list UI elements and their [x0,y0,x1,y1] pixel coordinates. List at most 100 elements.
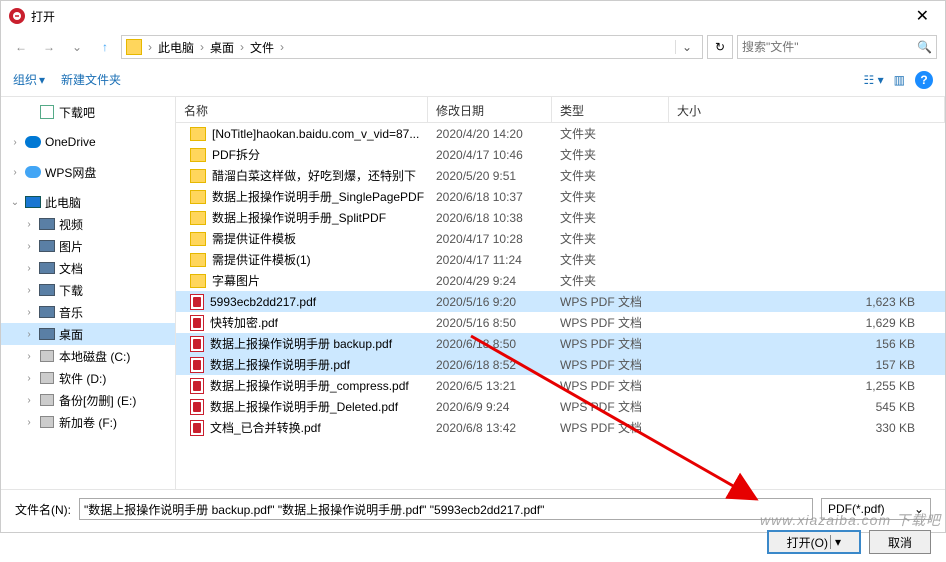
file-type: 文件夹 [552,230,669,247]
sidebar-item[interactable]: › 备份[勿删] (E:) [1,389,175,411]
sidebar-item[interactable]: › 音乐 [1,301,175,323]
pdf-icon [190,294,204,310]
file-name: 数据上报操作说明手册 backup.pdf [210,335,392,352]
file-type-filter[interactable]: PDF(*.pdf)⌄ [821,498,931,520]
file-name: 需提供证件模板 [212,230,296,247]
file-type: 文件夹 [552,125,669,142]
sidebar-item[interactable]: › 新加卷 (F:) [1,411,175,433]
column-name[interactable]: 名称 [176,97,428,122]
folder-icon [190,253,206,267]
file-list[interactable]: [NoTitle]haokan.baidu.com_v_vid=87... 20… [176,123,945,489]
column-type[interactable]: 类型 [552,97,669,122]
sidebar-item-label: 音乐 [59,304,83,321]
expand-icon[interactable]: › [9,137,21,148]
sidebar-item[interactable]: › OneDrive [1,131,175,153]
sidebar-item[interactable]: › 下载 [1,279,175,301]
file-name: 快转加密.pdf [210,314,278,331]
file-row[interactable]: 数据上报操作说明手册_compress.pdf 2020/6/5 13:21 W… [176,375,945,396]
sidebar-item[interactable]: › 本地磁盘 (C:) [1,345,175,367]
breadcrumb-segment[interactable]: 文件 [246,39,278,56]
open-button[interactable]: 打开(O) ▾ [767,530,861,554]
file-date: 2020/4/17 10:28 [428,232,552,246]
sidebar-item[interactable]: › 软件 (D:) [1,367,175,389]
file-size: 1,623 KB [669,295,945,309]
expand-icon[interactable]: › [23,285,35,296]
file-row[interactable]: 醋溜白菜这样做，好吃到爆，还特别下 2020/5/20 9:51 文件夹 [176,165,945,186]
file-name: 5993ecb2dd217.pdf [210,295,316,309]
column-size[interactable]: 大小 [669,97,945,122]
expand-icon[interactable]: › [23,329,35,340]
organize-menu[interactable]: 组织 ▾ [13,71,45,88]
file-type: WPS PDF 文档 [552,356,669,373]
onedrive-icon [25,134,41,150]
breadcrumb-segment[interactable]: 此电脑 [154,39,198,56]
chevron-right-icon[interactable]: › [238,40,246,54]
file-row[interactable]: 数据上报操作说明手册 backup.pdf 2020/6/18 8:50 WPS… [176,333,945,354]
sidebar-item[interactable]: ⌄ 此电脑 [1,191,175,213]
chevron-right-icon[interactable]: › [278,40,286,54]
file-row[interactable]: [NoTitle]haokan.baidu.com_v_vid=87... 20… [176,123,945,144]
chevron-right-icon[interactable]: › [146,40,154,54]
close-button[interactable]: ✕ [908,2,937,30]
cancel-button[interactable]: 取消 [869,530,931,554]
search-box[interactable]: 🔍 [737,35,937,59]
sidebar-item[interactable]: › 图片 [1,235,175,257]
breadcrumb-dropdown[interactable]: ⌄ [675,40,698,54]
sidebar-item[interactable]: › 视频 [1,213,175,235]
column-date[interactable]: 修改日期 [428,97,552,122]
search-icon[interactable]: 🔍 [917,40,932,54]
file-type: 文件夹 [552,209,669,226]
nav-back-button[interactable]: ← [9,35,33,59]
file-size: 545 KB [669,400,945,414]
expand-icon[interactable]: › [9,167,21,178]
file-row[interactable]: 数据上报操作说明手册_SinglePagePDF 2020/6/18 10:37… [176,186,945,207]
file-row[interactable]: 5993ecb2dd217.pdf 2020/5/16 9:20 WPS PDF… [176,291,945,312]
search-input[interactable] [742,40,917,54]
folder-icon [190,274,206,288]
sidebar-item-label: 文档 [59,260,83,277]
file-name: 醋溜白菜这样做，好吃到爆，还特别下 [212,167,416,184]
nav-recent-button[interactable]: ⌄ [65,35,89,59]
nav-up-button[interactable]: ↑ [93,35,117,59]
toolbar: 组织 ▾ 新建文件夹 ☷ ▾ ▥ ? [1,63,945,97]
expand-icon[interactable]: › [23,395,35,406]
gen-icon [39,326,55,342]
sidebar-item[interactable]: › WPS网盘 [1,161,175,183]
expand-icon[interactable]: › [23,417,35,428]
file-name: PDF拆分 [212,146,260,163]
filename-input[interactable] [79,498,813,520]
sidebar-item-label: 下载吧 [59,104,95,121]
expand-icon[interactable]: › [23,263,35,274]
new-folder-button[interactable]: 新建文件夹 [61,71,121,88]
expand-icon[interactable]: › [23,307,35,318]
file-row[interactable]: 需提供证件模板(1) 2020/4/17 11:24 文件夹 [176,249,945,270]
expand-icon[interactable]: › [23,351,35,362]
help-button[interactable]: ? [915,71,933,89]
file-row[interactable]: 数据上报操作说明手册_SplitPDF 2020/6/18 10:38 文件夹 [176,207,945,228]
nav-forward-button[interactable]: → [37,35,61,59]
sidebar-item-label: 视频 [59,216,83,233]
pdf-icon [190,336,204,352]
refresh-button[interactable]: ↻ [707,35,733,59]
gen-icon [39,282,55,298]
view-options-button[interactable]: ☷ ▾ [864,73,884,87]
file-row[interactable]: 数据上报操作说明手册_Deleted.pdf 2020/6/9 9:24 WPS… [176,396,945,417]
sidebar-item[interactable]: › 桌面 [1,323,175,345]
expand-icon[interactable]: ⌄ [9,197,21,208]
expand-icon[interactable]: › [23,219,35,230]
file-row[interactable]: 字幕图片 2020/4/29 9:24 文件夹 [176,270,945,291]
breadcrumb-box[interactable]: › 此电脑 › 桌面 › 文件 › ⌄ [121,35,703,59]
expand-icon[interactable]: › [23,241,35,252]
sidebar-item[interactable]: 下载吧 [1,101,175,123]
breadcrumb-segment[interactable]: 桌面 [206,39,238,56]
sidebar-item[interactable]: › 文档 [1,257,175,279]
folder-icon [190,169,206,183]
chevron-right-icon[interactable]: › [198,40,206,54]
file-row[interactable]: 需提供证件模板 2020/4/17 10:28 文件夹 [176,228,945,249]
file-row[interactable]: 数据上报操作说明手册.pdf 2020/6/18 8:52 WPS PDF 文档… [176,354,945,375]
expand-icon[interactable]: › [23,373,35,384]
file-row[interactable]: 快转加密.pdf 2020/5/16 8:50 WPS PDF 文档 1,629… [176,312,945,333]
preview-pane-button[interactable]: ▥ [894,73,905,87]
file-row[interactable]: PDF拆分 2020/4/17 10:46 文件夹 [176,144,945,165]
file-row[interactable]: 文档_已合并转换.pdf 2020/6/8 13:42 WPS PDF 文档 3… [176,417,945,438]
